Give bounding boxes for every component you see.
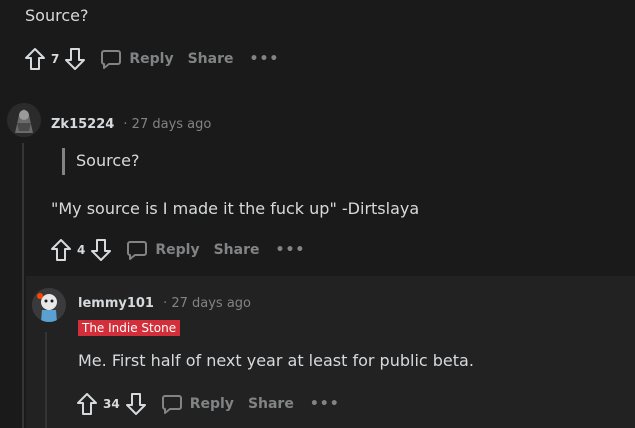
reply-button[interactable]: Reply bbox=[161, 393, 234, 415]
comment-meta: lemmy101 · 27 days ago bbox=[78, 292, 251, 311]
share-button[interactable]: Share bbox=[188, 51, 234, 67]
timestamp[interactable]: · 27 days ago bbox=[123, 117, 211, 132]
timestamp[interactable]: · 27 days ago bbox=[163, 296, 251, 311]
vote-count: 34 bbox=[103, 397, 120, 411]
quote-bar bbox=[62, 148, 65, 175]
username[interactable]: lemmy101 bbox=[78, 296, 154, 311]
downvote-icon[interactable] bbox=[64, 47, 86, 71]
comment-meta: Zk15224 · 27 days ago bbox=[51, 113, 211, 132]
more-options-button[interactable]: ••• bbox=[310, 396, 340, 412]
downvote-icon[interactable] bbox=[125, 392, 147, 416]
comment-bubble-icon bbox=[101, 50, 122, 69]
comment-text: Me. First half of next year at least for… bbox=[78, 351, 474, 370]
comment-actions: 4 Reply Share ••• bbox=[50, 235, 305, 265]
reply-label: Reply bbox=[129, 51, 174, 67]
vote-count: 4 bbox=[77, 243, 86, 257]
share-button[interactable]: Share bbox=[248, 396, 294, 412]
reply-label: Reply bbox=[155, 242, 200, 258]
comment-text: "My source is I made it the fuck up" -Di… bbox=[51, 199, 420, 218]
upvote-icon[interactable] bbox=[24, 47, 46, 71]
avatar[interactable] bbox=[32, 288, 66, 322]
comment-bubble-icon bbox=[161, 395, 182, 414]
comment-text: Source? bbox=[25, 6, 89, 25]
share-button[interactable]: Share bbox=[214, 242, 260, 258]
reply-button[interactable]: Reply bbox=[100, 48, 174, 70]
avatar[interactable] bbox=[7, 103, 41, 137]
thread-line[interactable] bbox=[45, 332, 47, 428]
comment-bubble-icon bbox=[127, 241, 148, 260]
reply-label: Reply bbox=[189, 396, 234, 412]
more-options-button[interactable]: ••• bbox=[276, 242, 306, 258]
downvote-icon[interactable] bbox=[90, 238, 112, 262]
more-options-button[interactable]: ••• bbox=[250, 51, 280, 67]
upvote-icon[interactable] bbox=[50, 238, 72, 262]
reply-button[interactable]: Reply bbox=[126, 239, 200, 261]
vote-count: 7 bbox=[51, 52, 60, 66]
username[interactable]: Zk15224 bbox=[51, 117, 114, 132]
user-flair-wrapper: The Indie Stone bbox=[78, 317, 181, 336]
comment-actions: 34 Reply Share ••• bbox=[76, 389, 340, 419]
user-flair: The Indie Stone bbox=[78, 320, 181, 336]
thread-line[interactable] bbox=[22, 143, 24, 428]
upvote-icon[interactable] bbox=[76, 392, 98, 416]
comment-actions: 7 Reply Share ••• bbox=[24, 44, 279, 74]
quoted-text: Source? bbox=[76, 151, 140, 170]
